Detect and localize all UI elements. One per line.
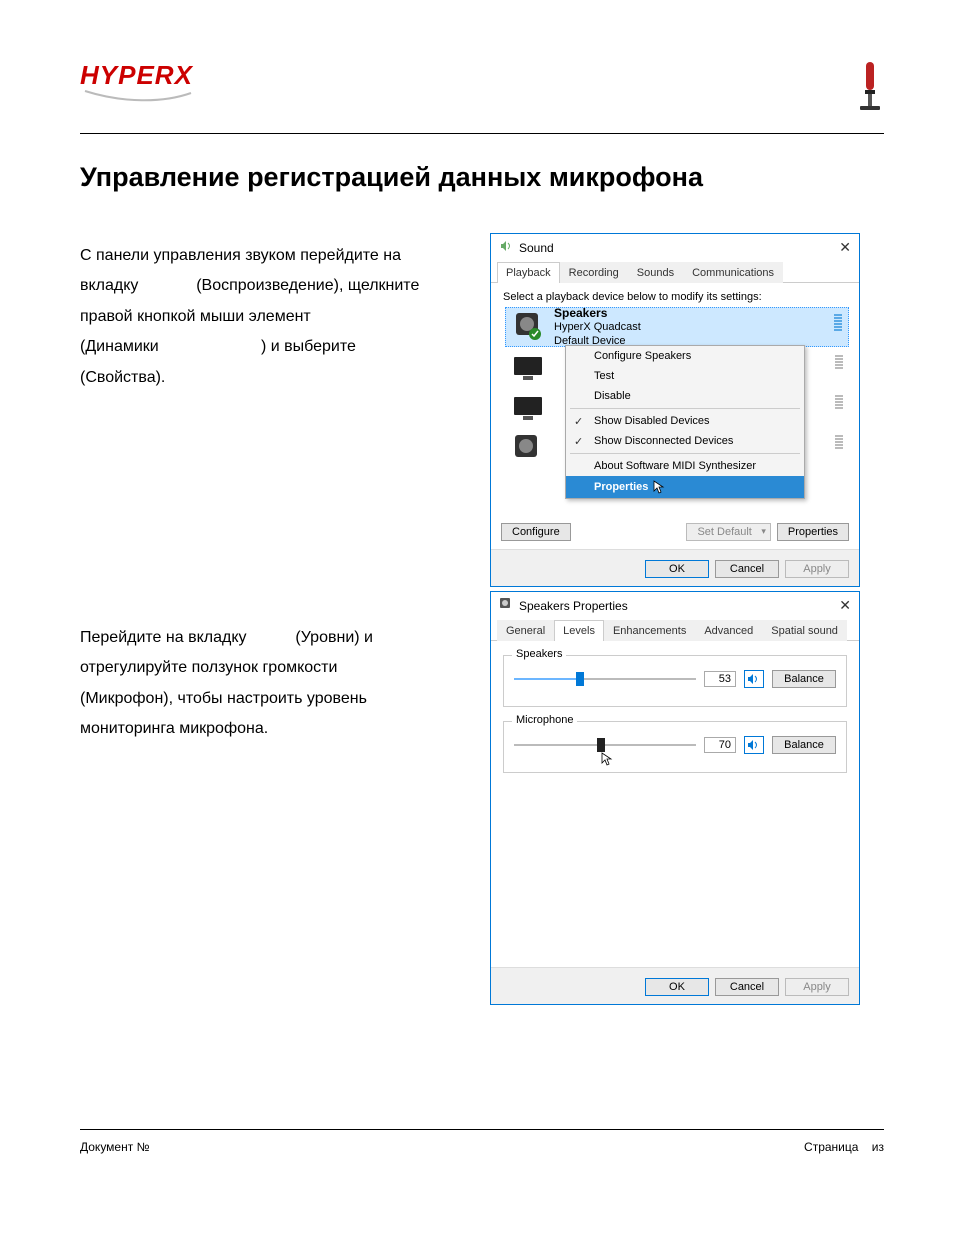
mute-icon[interactable]	[744, 670, 764, 688]
page-header: HYPERX	[80, 60, 884, 134]
cursor-icon	[601, 752, 613, 766]
instruction-text: Select a playback device below to modify…	[491, 283, 859, 307]
footer-of-label: из	[872, 1140, 884, 1154]
cancel-button[interactable]: Cancel	[715, 560, 779, 578]
speaker-device-icon	[514, 311, 546, 343]
microphone-group: Microphone 70 Balance	[503, 721, 847, 773]
menu-about-midi[interactable]: About Software MIDI Synthesizer	[566, 456, 804, 476]
tab-playback[interactable]: Playback	[497, 262, 560, 283]
tab-spatial-sound[interactable]: Spatial sound	[762, 620, 847, 641]
set-default-button[interactable]: Set Default	[686, 523, 770, 541]
menu-show-disconnected[interactable]: Show Disconnected Devices	[566, 431, 804, 451]
speaker-icon	[499, 239, 513, 256]
swoosh-icon	[80, 89, 193, 105]
balance-button[interactable]: Balance	[772, 670, 836, 688]
footer-left: Документ №	[80, 1140, 149, 1154]
speakers-properties-window: Speakers Properties ✕ General Levels Enh…	[490, 591, 860, 1005]
close-icon[interactable]: ✕	[839, 239, 851, 256]
ok-button[interactable]: OK	[645, 560, 709, 578]
tab-recording[interactable]: Recording	[560, 262, 628, 283]
microphone-icon	[856, 60, 884, 121]
tab-sounds[interactable]: Sounds	[628, 262, 683, 283]
instruction-paragraph: Перейдите на вкладку (Уровни) и отрегули…	[80, 623, 460, 745]
device-sub: HyperX Quadcast	[554, 321, 641, 333]
microphone-value: 70	[704, 737, 736, 753]
footer-page-label: Страница	[804, 1140, 858, 1154]
sound-tabs: Playback Recording Sounds Communications	[491, 261, 859, 283]
menu-configure-speakers[interactable]: Configure Speakers	[566, 346, 804, 366]
device-context-menu: Configure Speakers Test Disable Show Dis…	[565, 345, 805, 499]
ok-button[interactable]: OK	[645, 978, 709, 996]
monitor-icon	[513, 393, 545, 425]
group-label: Microphone	[512, 714, 577, 726]
signal-meter-icon	[834, 314, 842, 331]
close-icon[interactable]: ✕	[839, 597, 851, 614]
instructions-column: С панели управления звуком перейдите на …	[80, 233, 460, 1009]
properties-button[interactable]: Properties	[777, 523, 849, 541]
mute-icon[interactable]	[744, 736, 764, 754]
menu-properties[interactable]: Properties	[566, 476, 804, 498]
speakers-group: Speakers 53 Balance	[503, 655, 847, 707]
cursor-icon	[653, 480, 665, 494]
monitor-icon	[513, 353, 545, 385]
properties-tabs: General Levels Enhancements Advanced Spa…	[491, 619, 859, 641]
signal-meter-icon	[835, 395, 843, 409]
cancel-button[interactable]: Cancel	[715, 978, 779, 996]
device-name: Speakers	[554, 306, 607, 320]
tab-communications[interactable]: Communications	[683, 262, 783, 283]
menu-disable[interactable]: Disable	[566, 386, 804, 406]
page-title: Управление регистрацией данных микрофона	[80, 162, 884, 193]
window-title: Speakers Properties	[519, 599, 628, 613]
speakers-slider[interactable]	[514, 672, 696, 686]
signal-meter-icon	[835, 435, 843, 449]
apply-button[interactable]: Apply	[785, 560, 849, 578]
signal-meter-icon	[835, 355, 843, 369]
menu-test[interactable]: Test	[566, 366, 804, 386]
window-title: Sound	[519, 241, 554, 255]
balance-button[interactable]: Balance	[772, 736, 836, 754]
tab-general[interactable]: General	[497, 620, 554, 641]
apply-button[interactable]: Apply	[785, 978, 849, 996]
configure-button[interactable]: Configure	[501, 523, 571, 541]
menu-show-disabled[interactable]: Show Disabled Devices	[566, 411, 804, 431]
instruction-paragraph: С панели управления звуком перейдите на …	[80, 241, 460, 393]
tab-advanced[interactable]: Advanced	[695, 620, 762, 641]
sound-window: Sound ✕ Playback Recording Sounds Commun…	[490, 233, 860, 587]
microphone-slider[interactable]	[514, 738, 696, 752]
speaker-device-icon	[513, 433, 545, 465]
tab-levels[interactable]: Levels	[554, 620, 604, 641]
group-label: Speakers	[512, 648, 566, 660]
speaker-icon	[499, 597, 513, 614]
page-footer: Документ № Страница из	[80, 1129, 884, 1154]
speakers-value: 53	[704, 671, 736, 687]
menu-separator	[570, 408, 800, 409]
device-row-speakers[interactable]: Speakers HyperX Quadcast Default Device	[505, 307, 849, 347]
tab-enhancements[interactable]: Enhancements	[604, 620, 695, 641]
hyperx-logo: HYPERX	[80, 60, 193, 105]
device-list: Speakers HyperX Quadcast Default Device …	[505, 307, 849, 519]
menu-separator	[570, 453, 800, 454]
